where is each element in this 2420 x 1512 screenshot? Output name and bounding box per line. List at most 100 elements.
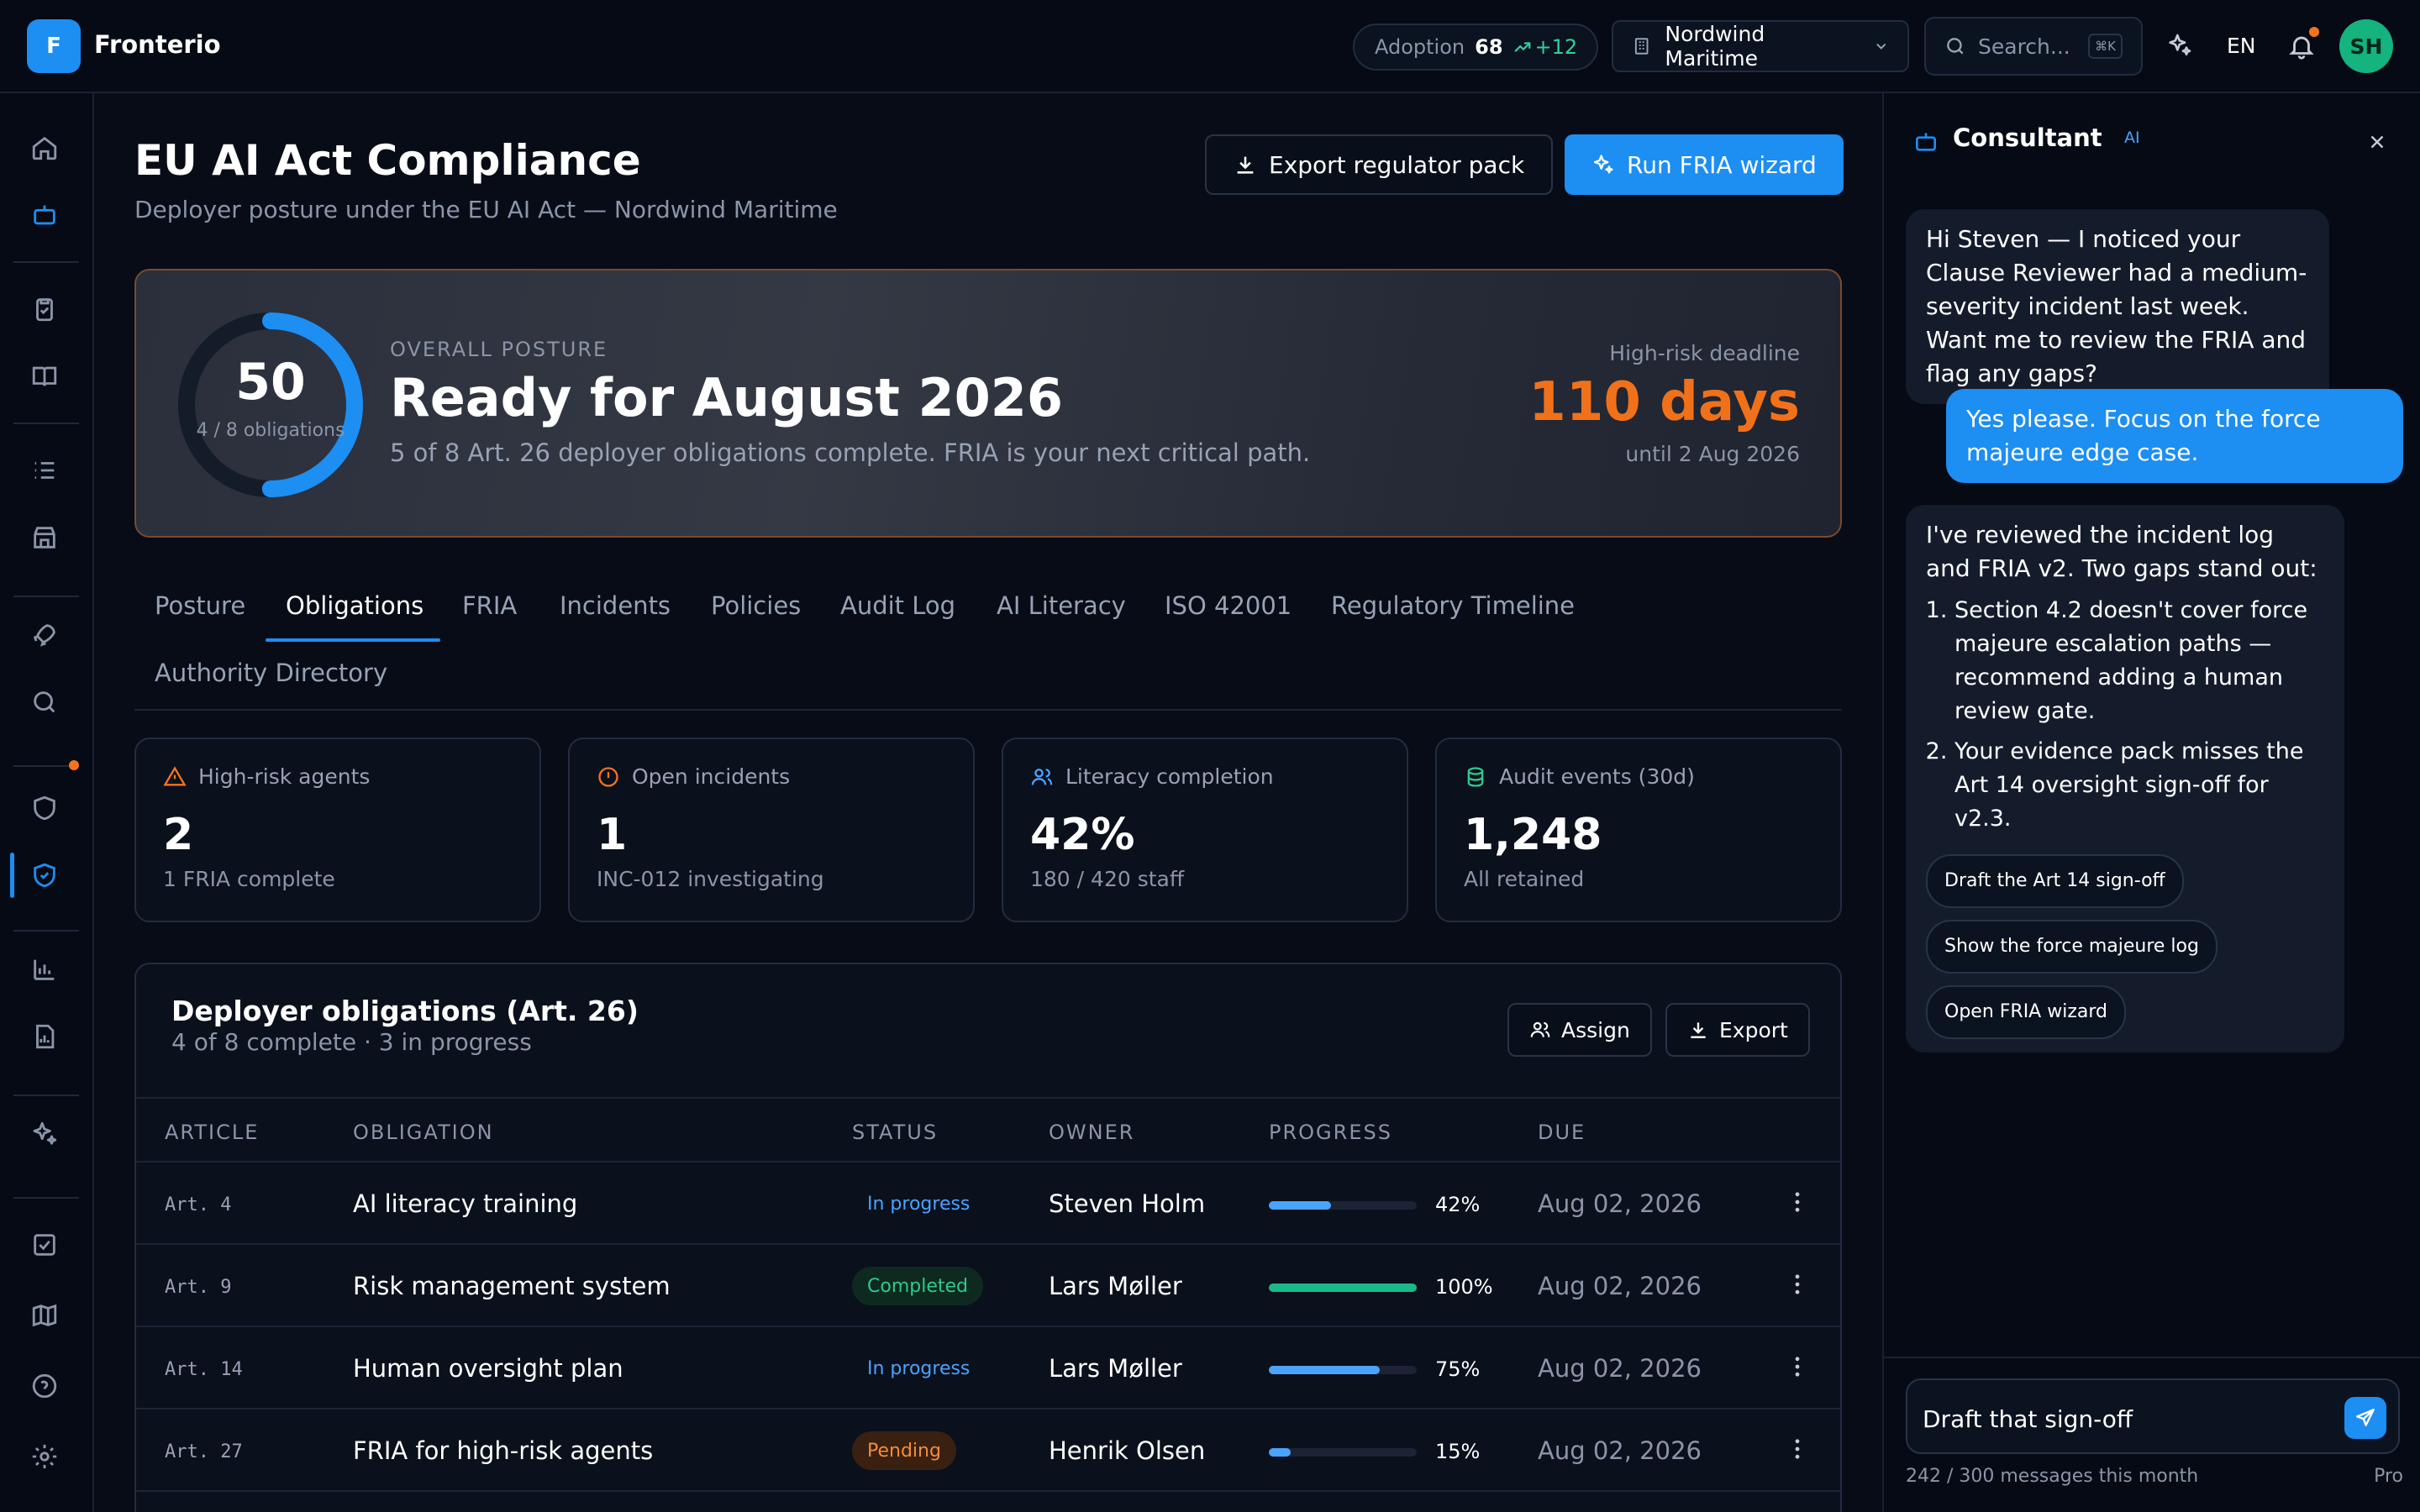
- col-article[interactable]: ARTICLE: [165, 1121, 259, 1144]
- assistant-message: Hi Steven — I noticed your Clause Review…: [1906, 209, 2329, 404]
- warning-icon: [163, 765, 187, 785]
- kpi-open-incidents[interactable]: Open incidents 1 INC-012 investigating: [568, 738, 975, 922]
- rocket-icon[interactable]: [30, 621, 59, 649]
- store-icon[interactable]: [30, 523, 59, 552]
- rail-divider: [13, 1095, 79, 1096]
- rail-active-indicator: [10, 853, 14, 898]
- kpi-sub: 180 / 420 staff: [1030, 867, 1185, 891]
- row-obligation: AI literacy training: [353, 1189, 578, 1218]
- col-due[interactable]: DUE: [1538, 1121, 1586, 1144]
- more-vertical-icon[interactable]: [1783, 1435, 1812, 1463]
- rail-divider: [13, 596, 79, 597]
- search-input[interactable]: Search... ⌘K: [1924, 17, 2143, 76]
- book-icon[interactable]: [30, 362, 59, 391]
- kpi-value: 1: [597, 810, 628, 860]
- more-vertical-icon[interactable]: [1783, 1270, 1812, 1299]
- kpi-high-risk-agents[interactable]: High-risk agents 2 1 FRIA complete: [134, 738, 541, 922]
- tab-authority-directory[interactable]: Authority Directory: [155, 659, 387, 687]
- page-subtitle: Deployer posture under the EU AI Act — N…: [134, 196, 838, 223]
- col-status[interactable]: STATUS: [852, 1121, 938, 1144]
- col-owner[interactable]: OWNER: [1049, 1121, 1134, 1144]
- tab-iso-42001[interactable]: ISO 42001: [1165, 591, 1292, 620]
- row-due: Aug 02, 2026: [1538, 1354, 1702, 1383]
- list-icon[interactable]: [30, 456, 59, 485]
- check-square-icon[interactable]: [30, 1231, 59, 1259]
- bot-icon[interactable]: [30, 201, 59, 229]
- shield-icon[interactable]: [30, 794, 59, 822]
- obligations-title: Deployer obligations (Art. 26): [171, 995, 639, 1027]
- top-bar: F Fronterio Adoption 68 +12 Nordwind Mar…: [0, 0, 2420, 93]
- hero-title: Ready for August 2026: [390, 367, 1064, 428]
- kpi-literacy-completion[interactable]: Literacy completion 42% 180 / 420 staff: [1002, 738, 1408, 922]
- kpi-label: Audit events (30d): [1499, 764, 1695, 789]
- assign-button[interactable]: Assign: [1507, 1003, 1652, 1057]
- tab-incidents[interactable]: Incidents: [560, 591, 671, 620]
- col-obligation[interactable]: OBLIGATION: [353, 1121, 494, 1144]
- sparkles-icon[interactable]: [30, 1120, 59, 1148]
- posture-score-sub: 4 / 8 obligations: [196, 420, 345, 441]
- posture-hero-card: 50 4 / 8 obligations OVERALL POSTURE Rea…: [134, 269, 1842, 538]
- tab-posture[interactable]: Posture: [155, 591, 245, 620]
- tab-policies[interactable]: Policies: [711, 591, 801, 620]
- suggestion-chip[interactable]: Draft the Art 14 sign-off: [1926, 854, 2184, 908]
- sparkles-icon[interactable]: [2166, 32, 2193, 59]
- home-icon[interactable]: [30, 134, 59, 162]
- table-row[interactable]: Art. 14 Human oversight plan In progress…: [136, 1327, 1840, 1410]
- suggestion-chip[interactable]: Open FRIA wizard: [1926, 985, 2126, 1039]
- table-row[interactable]: Art. 27 FRIA for high-risk agents Pendin…: [136, 1410, 1840, 1492]
- row-owner: Henrik Olsen: [1049, 1436, 1206, 1465]
- building-icon: [1634, 38, 1649, 55]
- tab-ai-literacy[interactable]: AI Literacy: [997, 591, 1126, 620]
- close-icon[interactable]: [2366, 131, 2388, 153]
- database-icon: [1467, 766, 1484, 787]
- more-vertical-icon[interactable]: [1783, 1188, 1812, 1216]
- kpi-sub: INC-012 investigating: [597, 867, 824, 891]
- map-icon[interactable]: [30, 1301, 59, 1330]
- search-icon[interactable]: [30, 688, 59, 717]
- shield-check-icon[interactable]: [30, 861, 59, 890]
- search-shortcut: ⌘K: [2088, 34, 2123, 59]
- user-avatar[interactable]: SH: [2339, 19, 2393, 73]
- export-regulator-pack-button[interactable]: Export regulator pack: [1205, 134, 1554, 195]
- bar-chart-icon[interactable]: [30, 955, 59, 984]
- run-fria-wizard-button[interactable]: Run FRIA wizard: [1565, 134, 1844, 195]
- tenant-selector[interactable]: Nordwind Maritime: [1612, 20, 1909, 72]
- chat-input[interactable]: Draft that sign-off: [1906, 1378, 2400, 1454]
- send-icon: [2356, 1409, 2375, 1426]
- progress-bar-fill: [1269, 1201, 1331, 1210]
- kpi-audit-events[interactable]: Audit events (30d) 1,248 All retained: [1435, 738, 1842, 922]
- tab-audit-log[interactable]: Audit Log: [840, 591, 955, 620]
- bot-icon: [1916, 133, 1936, 151]
- export-button[interactable]: Export: [1665, 1003, 1810, 1057]
- adoption-delta: +12: [1513, 35, 1578, 59]
- progress-percent: 100%: [1435, 1275, 1493, 1299]
- progress-percent: 42%: [1435, 1193, 1481, 1216]
- progress-bar: [1269, 1448, 1417, 1457]
- status-badge: Pending: [852, 1431, 956, 1470]
- progress-percent: 15%: [1435, 1440, 1481, 1463]
- progress-bar-fill: [1269, 1284, 1417, 1292]
- settings-icon[interactable]: [30, 1442, 59, 1471]
- tab-fria[interactable]: FRIA: [462, 591, 517, 620]
- suggestion-chip[interactable]: Show the force majeure log: [1926, 920, 2217, 974]
- col-progress[interactable]: PROGRESS: [1269, 1121, 1392, 1144]
- chevron-down-icon: [1876, 43, 1886, 50]
- adoption-score-pill[interactable]: Adoption 68 +12: [1353, 24, 1598, 71]
- adoption-delta-value: +12: [1534, 35, 1578, 59]
- report-icon[interactable]: [30, 1022, 59, 1051]
- tab-obligations[interactable]: Obligations: [286, 591, 424, 620]
- table-row[interactable]: Art. 4 AI literacy training In progress …: [136, 1163, 1840, 1245]
- left-nav-rail: [0, 93, 94, 1512]
- help-icon[interactable]: [30, 1372, 59, 1400]
- row-article: Art. 27: [165, 1441, 243, 1462]
- clipboard-check-icon[interactable]: [30, 295, 59, 323]
- language-switcher[interactable]: EN: [2227, 34, 2256, 58]
- progress-bar-fill: [1269, 1448, 1292, 1457]
- tab-regulatory-timeline[interactable]: Regulatory Timeline: [1331, 591, 1575, 620]
- rail-divider: [13, 261, 79, 263]
- more-vertical-icon[interactable]: [1783, 1352, 1812, 1381]
- adoption-score: 68: [1475, 35, 1503, 59]
- send-button[interactable]: [2344, 1397, 2386, 1439]
- table-row[interactable]: Art. 9 Risk management system Completed …: [136, 1245, 1840, 1327]
- app-logo[interactable]: F: [27, 19, 81, 73]
